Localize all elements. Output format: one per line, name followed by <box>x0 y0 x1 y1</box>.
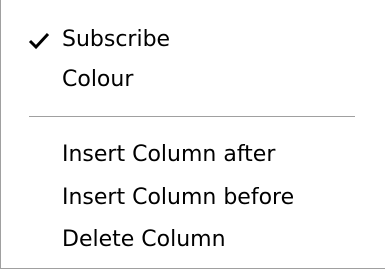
menu-item-colour[interactable]: Colour <box>1 60 385 100</box>
menu-item-delete-column[interactable]: Delete Column <box>1 220 385 260</box>
menu-item-insert-column-after[interactable]: Insert Column after <box>1 135 385 175</box>
checkmark-icon <box>28 32 50 50</box>
menu-item-label: Insert Column after <box>62 142 276 167</box>
menu-item-label: Subscribe <box>62 27 171 52</box>
menu-separator <box>29 116 355 118</box>
context-menu: Subscribe Colour Insert Column after Ins… <box>0 0 385 269</box>
menu-item-subscribe[interactable]: Subscribe <box>1 20 385 60</box>
menu-item-label: Delete Column <box>62 227 226 252</box>
menu-item-insert-column-before[interactable]: Insert Column before <box>1 178 385 218</box>
menu-item-label: Insert Column before <box>62 185 295 210</box>
menu-item-label: Colour <box>62 67 134 92</box>
